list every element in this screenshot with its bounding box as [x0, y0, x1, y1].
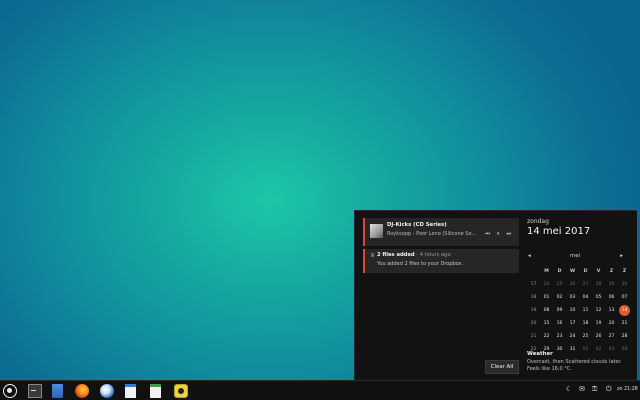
taskbar: ☾ ✉ ⚿ ⏻ zo 21:28: [0, 380, 640, 400]
clear-all-button[interactable]: Clear All: [485, 360, 519, 374]
weekday-header: W: [569, 269, 576, 274]
calendar-day[interactable]: 02: [553, 291, 566, 304]
file-manager-icon[interactable]: [52, 384, 63, 398]
week-number: 18: [530, 295, 537, 300]
month-name: mei: [569, 253, 581, 259]
calendar-week-row: 17 24 25 26 27 28 29 30: [527, 278, 631, 291]
calendar-day[interactable]: 19: [592, 317, 605, 330]
calendar-day[interactable]: 26: [592, 330, 605, 343]
writer-document-icon[interactable]: [125, 384, 136, 398]
calendar-day[interactable]: 05: [592, 291, 605, 304]
start-menu-icon[interactable]: [3, 384, 17, 398]
notification-calendar-panel: DJ-Kicks (CD Series) Royksopp - Poor Len…: [354, 210, 637, 380]
calendar-week-row: 19 08 09 10 11 12 13 14: [527, 304, 631, 317]
calendar-day[interactable]: 12: [592, 304, 605, 317]
calendar-day[interactable]: 01: [540, 291, 553, 304]
calendar-day[interactable]: 28: [592, 278, 605, 291]
media-controls: ⏮ ⏸ ⏭: [485, 231, 511, 237]
calendar-day-today[interactable]: 14: [618, 304, 631, 317]
media-title: DJ-Kicks (CD Series): [387, 222, 447, 228]
weekday-header: D: [557, 269, 562, 274]
calendar-day[interactable]: 10: [566, 304, 579, 317]
dropbox-time: - 4 hours ago: [416, 252, 451, 258]
day-name: zondag: [527, 218, 549, 225]
dropbox-title-text: 2 files added: [377, 252, 415, 258]
network-icon[interactable]: ⚿: [592, 385, 597, 394]
notifications-column: DJ-Kicks (CD Series) Royksopp - Poor Len…: [363, 218, 519, 276]
month-navigation: ◂ mei ▸: [527, 252, 633, 262]
calendar-day[interactable]: 17: [566, 317, 579, 330]
calendar-day[interactable]: 27: [579, 278, 592, 291]
calendar-day[interactable]: 26: [566, 278, 579, 291]
calendar-day[interactable]: 24: [540, 278, 553, 291]
calendar-day[interactable]: 13: [605, 304, 618, 317]
calendar-day[interactable]: 09: [553, 304, 566, 317]
calendar-day[interactable]: 04: [579, 291, 592, 304]
power-icon[interactable]: ⏻: [606, 385, 612, 394]
week-number: 17: [530, 282, 537, 287]
previous-track-icon[interactable]: ⏮: [485, 231, 490, 237]
calendar-day[interactable]: 11: [579, 304, 592, 317]
dropbox-icon: ♕: [370, 252, 376, 259]
calendar-day[interactable]: 08: [540, 304, 553, 317]
dropbox-title: 2 files added - 4 hours ago: [377, 252, 451, 258]
calendar-day[interactable]: 07: [618, 291, 631, 304]
calendar-day[interactable]: 30: [618, 278, 631, 291]
media-subtitle: Royksopp - Poor Leno (Silicone So...: [387, 231, 477, 237]
pause-icon[interactable]: ⏸: [497, 231, 500, 237]
weather-text: Overcast, then Scattered clouds later. F…: [527, 359, 622, 372]
media-player-notification[interactable]: DJ-Kicks (CD Series) Royksopp - Poor Len…: [363, 218, 519, 246]
music-player-icon[interactable]: [174, 384, 188, 398]
weekday-header: M: [544, 269, 549, 274]
album-cover: [370, 224, 383, 238]
calendar-day[interactable]: 28: [618, 330, 631, 343]
spreadsheet-icon[interactable]: [150, 384, 161, 398]
calendar-day[interactable]: 03: [566, 291, 579, 304]
calendar-day[interactable]: 23: [553, 330, 566, 343]
calendar-day[interactable]: 06: [605, 291, 618, 304]
calendar-day[interactable]: 21: [618, 317, 631, 330]
weekday-header: D: [583, 269, 588, 274]
calendar-week-row: 18 01 02 03 04 05 06 07: [527, 291, 631, 304]
dropbox-notification[interactable]: ♕ 2 files added - 4 hours ago You added …: [363, 249, 519, 273]
terminal-icon[interactable]: [28, 384, 42, 398]
weekday-header: V: [596, 269, 601, 274]
calendar-grid: M D W D V Z Z 17 24 25 26 27 28 29 30 18 01 02 03 04 05 06 07 1…: [527, 265, 631, 356]
next-month-icon[interactable]: ▸: [620, 253, 623, 259]
weather-section: Weather Overcast, then Scattered clouds …: [527, 351, 633, 373]
calendar-day[interactable]: 22: [540, 330, 553, 343]
calendar-day[interactable]: 27: [605, 330, 618, 343]
full-date: 14 mei 2017: [527, 226, 591, 237]
weather-title: Weather: [527, 351, 553, 357]
calendar-day[interactable]: 25: [553, 278, 566, 291]
night-light-icon[interactable]: ☾: [566, 385, 572, 393]
firefox-icon[interactable]: [75, 384, 89, 398]
week-number: 19: [530, 308, 537, 313]
clock[interactable]: zo 21:28: [617, 387, 638, 392]
calendar-week-row: 20 15 16 17 18 19 20 21: [527, 317, 631, 330]
calendar-day[interactable]: 25: [579, 330, 592, 343]
calendar-day[interactable]: 20: [605, 317, 618, 330]
mail-icon[interactable]: ✉: [579, 385, 585, 393]
weekday-header: Z: [609, 269, 614, 274]
thunderbird-icon[interactable]: [100, 384, 114, 398]
calendar-day[interactable]: 15: [540, 317, 553, 330]
next-track-icon[interactable]: ⏭: [506, 231, 511, 237]
calendar-day[interactable]: 24: [566, 330, 579, 343]
calendar-day[interactable]: 29: [605, 278, 618, 291]
week-number: 20: [530, 321, 537, 326]
dropbox-body: You added 2 files to your Dropbox.: [377, 261, 464, 267]
calendar-day[interactable]: 18: [579, 317, 592, 330]
calendar-day[interactable]: 16: [553, 317, 566, 330]
today-marker: 14: [619, 305, 630, 316]
weekday-header: Z: [622, 269, 627, 274]
weekday-header-row: MDWDVZZ: [527, 265, 631, 278]
calendar-column: zondag 14 mei 2017 ◂ mei ▸ M D W D V Z Z 17 24 25…: [527, 218, 633, 352]
calendar-week-row: 21 22 23 24 25 26 27 28: [527, 330, 631, 343]
week-number-header: [527, 265, 540, 278]
week-number: 21: [530, 334, 537, 339]
